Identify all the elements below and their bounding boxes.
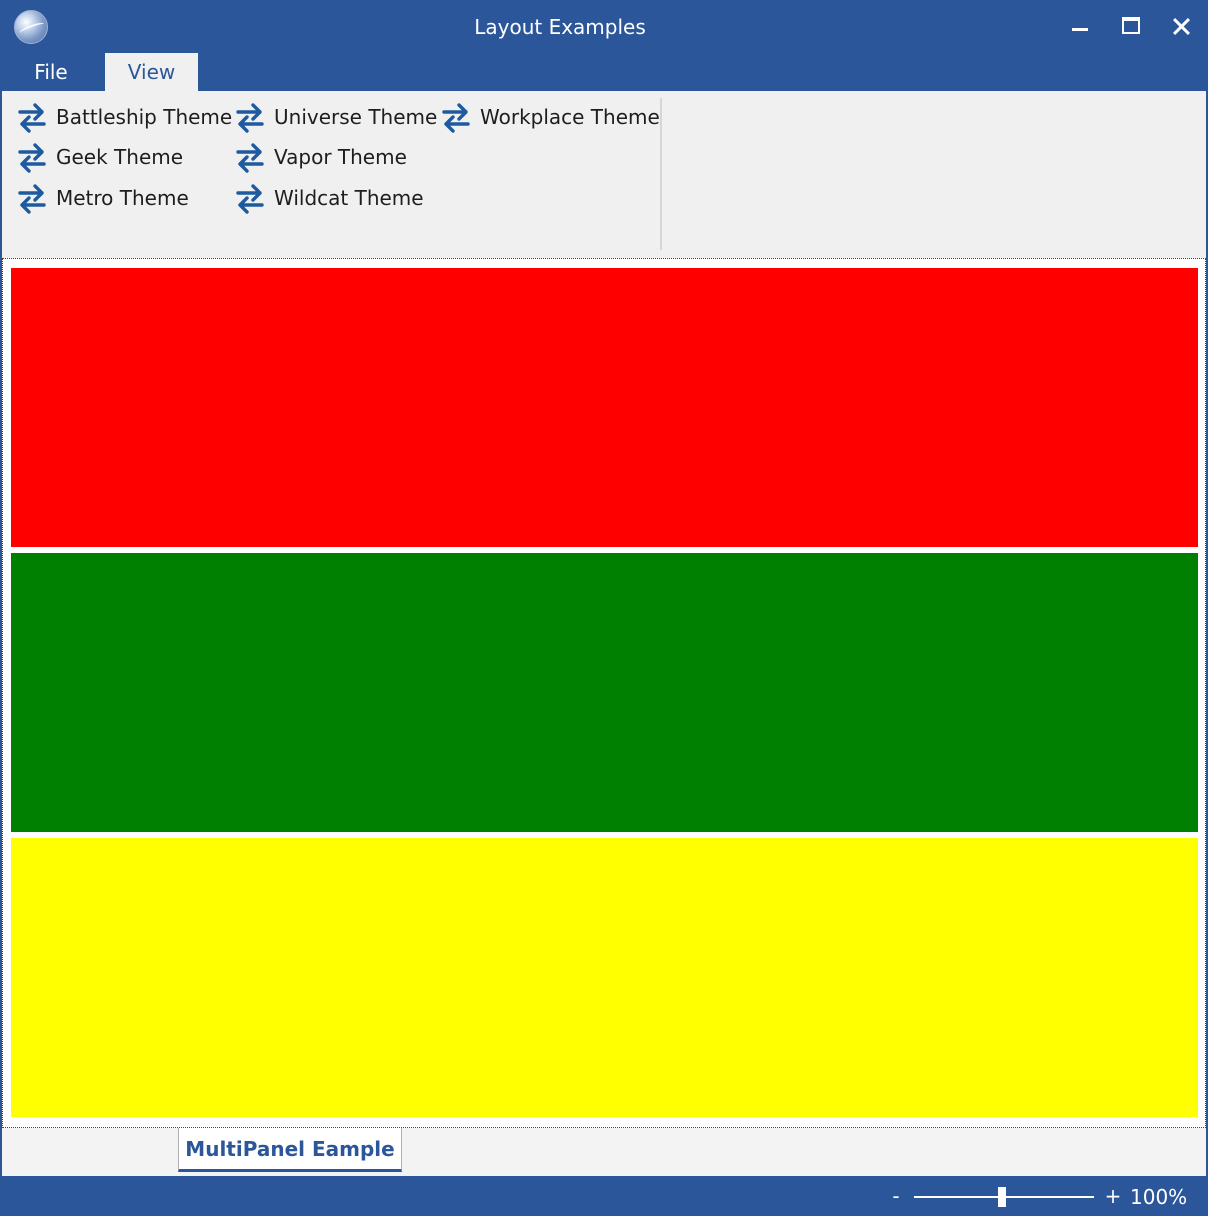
close-button[interactable] — [1161, 8, 1201, 44]
status-bar: - + 100% — [0, 1176, 1208, 1216]
panel-green — [11, 553, 1198, 832]
universe-theme-label: Universe Theme — [274, 105, 438, 129]
tab-file[interactable]: File — [16, 53, 86, 91]
wildcat-theme-button[interactable]: Wildcat Theme — [232, 179, 424, 217]
maximize-icon — [1122, 17, 1140, 34]
tab-view[interactable]: View — [105, 53, 198, 91]
wildcat-theme-label: Wildcat Theme — [274, 186, 424, 210]
swap-arrows-icon — [232, 99, 270, 135]
ribbon-group-separator — [660, 98, 662, 250]
battleship-theme-label: Battleship Theme — [56, 105, 233, 129]
swap-arrows-icon — [14, 139, 52, 175]
maximize-button[interactable] — [1111, 8, 1151, 44]
title-bar: Layout Examples — [0, 0, 1208, 53]
battleship-theme-button[interactable]: Battleship Theme — [14, 98, 232, 136]
menu-tabs: File View — [0, 53, 1208, 91]
panel-red — [11, 268, 1198, 547]
ribbon: Battleship Theme Geek Theme Metro Theme … — [2, 91, 1206, 258]
zoom-out-button[interactable]: - — [888, 1184, 904, 1208]
swap-arrows-icon — [438, 99, 476, 135]
minimize-button[interactable] — [1060, 8, 1100, 44]
zoom-value: 100% — [1130, 1185, 1188, 1209]
universe-theme-button[interactable]: Universe Theme — [232, 98, 437, 136]
zoom-in-button[interactable]: + — [1104, 1184, 1122, 1208]
workplace-theme-label: Workplace Theme — [480, 105, 660, 129]
vapor-theme-label: Vapor Theme — [274, 145, 407, 169]
swap-arrows-icon — [232, 180, 270, 216]
metro-theme-label: Metro Theme — [56, 186, 189, 210]
swap-arrows-icon — [14, 99, 52, 135]
zoom-slider-thumb[interactable] — [998, 1187, 1006, 1207]
geek-theme-button[interactable]: Geek Theme — [14, 138, 183, 176]
metro-theme-button[interactable]: Metro Theme — [14, 179, 189, 217]
swap-arrows-icon — [14, 180, 52, 216]
vapor-theme-button[interactable]: Vapor Theme — [232, 138, 407, 176]
tab-multipanel-example[interactable]: MultiPanel Eample — [178, 1128, 402, 1172]
document-tab-strip: MultiPanel Eample — [2, 1128, 1206, 1176]
multipanel-container — [2, 258, 1206, 1128]
workplace-theme-button[interactable]: Workplace Theme — [438, 98, 660, 136]
window-title: Layout Examples — [474, 15, 646, 39]
swap-arrows-icon — [232, 139, 270, 175]
panel-yellow — [11, 838, 1198, 1117]
geek-theme-label: Geek Theme — [56, 145, 184, 169]
minimize-icon — [1072, 28, 1088, 31]
